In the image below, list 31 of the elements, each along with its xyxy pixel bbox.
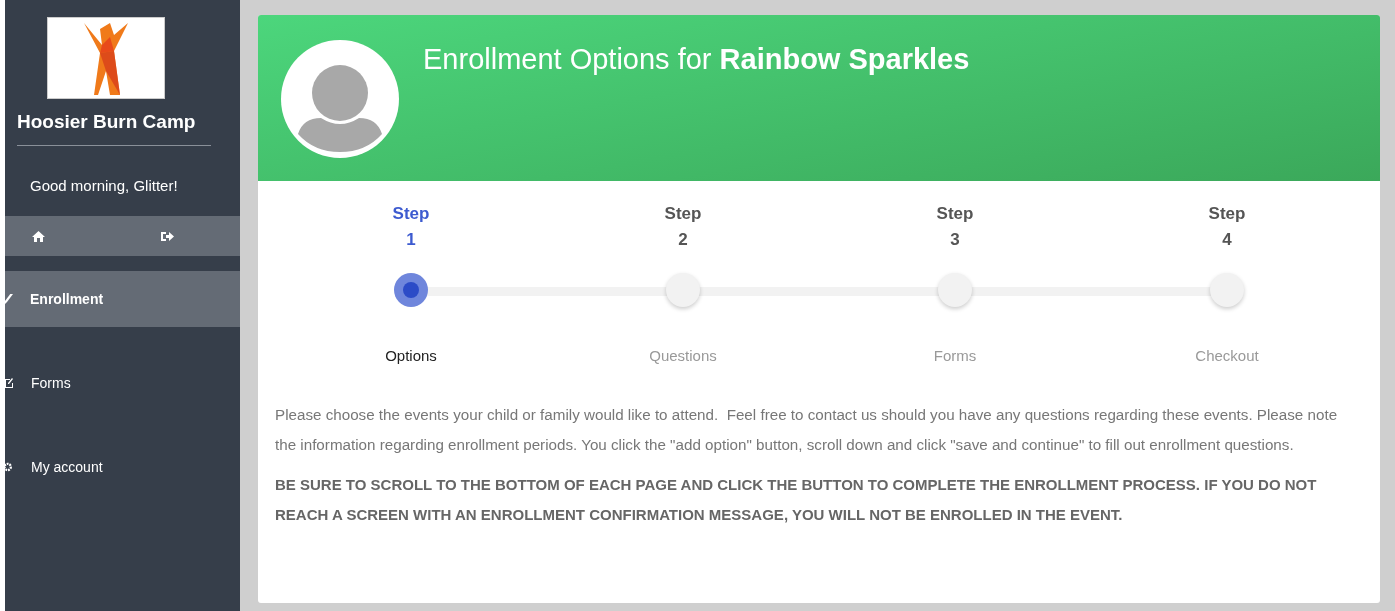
edit-icon	[5, 378, 14, 388]
step-name: Checkout	[1195, 347, 1259, 364]
sidebar-item[interactable]: My account	[5, 439, 240, 495]
step-label: Step	[664, 203, 702, 225]
brand-name: Hoosier Burn Camp	[17, 111, 211, 146]
step-name: Forms	[933, 347, 977, 364]
gear-icon	[5, 462, 14, 472]
step-number: 2	[678, 229, 688, 251]
step-dot[interactable]	[938, 273, 972, 307]
greeting: Good morning, Glitter!	[29, 176, 179, 196]
step-number: 3	[950, 229, 960, 251]
step-label: Step	[1208, 203, 1246, 225]
warning-text: BE SURE TO SCROLL TO THE BOTTOM OF EACH PAGE AND CLICK THE BUTTON TO COMPLETE THE ENROLLMENT PROCESS. IF YOU DO NOT REACH A SCREEN WITH AN ENROLLMENT CONFIRMATION MESSAGE, YOU WILL NOT BE ENROLLED IN THE EVENT.	[275, 475, 1318, 525]
step-dot[interactable]	[1210, 273, 1244, 307]
step-dot[interactable]	[394, 273, 428, 307]
step-dot[interactable]	[666, 273, 700, 307]
sidebar-item[interactable]: Enrollment	[5, 271, 240, 327]
pencil-icon	[5, 294, 13, 304]
home-icon[interactable]	[32, 230, 45, 242]
sidebar-item[interactable]: Forms	[5, 355, 240, 411]
step-number: 1	[406, 229, 416, 251]
avatar-icon	[281, 40, 399, 158]
sign-out-icon[interactable]	[161, 230, 174, 242]
step-name: Questions	[649, 347, 717, 364]
instructions-text: Please choose the events your child or family would like to attend. Feel free to contact us should you have any questions regarding these events. Please note the information regarding enrollment periods. You click the "add option" button, scroll down and click "save and continue" to fill out enrollment questions.	[275, 405, 1339, 455]
logo-icon	[47, 17, 165, 99]
page-title: Enrollment Options for Rainbow Sparkles	[423, 43, 970, 76]
step-label: Step	[392, 203, 430, 225]
step-label: Step	[936, 203, 974, 225]
step-name: Options	[385, 347, 437, 364]
step-number: 4	[1222, 229, 1232, 251]
